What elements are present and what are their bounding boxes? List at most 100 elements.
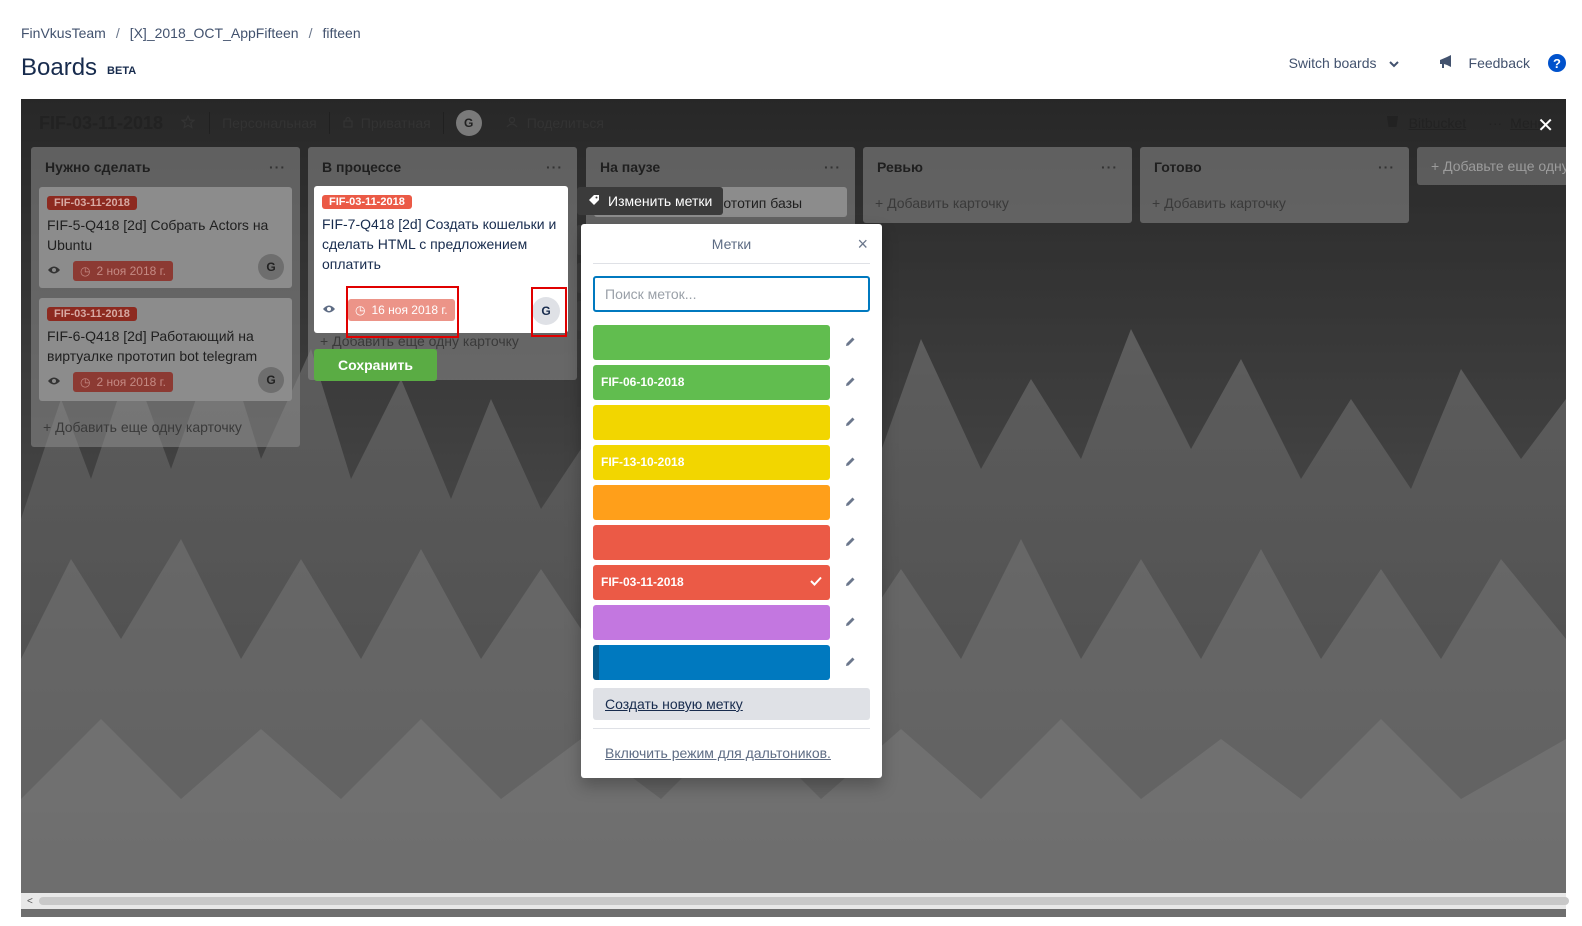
save-button[interactable]: Сохранить [314, 349, 437, 381]
avatar[interactable]: G [258, 254, 284, 280]
share-icon [506, 115, 520, 131]
card-title: FIF-5-Q418 [2d] Собрать Actors на Ubuntu [47, 217, 269, 253]
list-header[interactable]: На паузе ··· [586, 147, 855, 187]
board-members[interactable]: G [442, 110, 494, 136]
label-list: FIF-06-10-2018 FIF-13-10-2018 FIF-03-11-20… [581, 324, 882, 680]
list-title: На паузе [600, 159, 661, 175]
breadcrumb-team[interactable]: FinVkusTeam [21, 25, 106, 41]
avatar[interactable]: G [258, 367, 284, 393]
label-swatch[interactable]: FIF-06-10-2018 [593, 364, 830, 400]
list-header[interactable]: Готово ··· [1140, 147, 1409, 187]
pencil-icon[interactable] [830, 576, 870, 588]
scrollbar-thumb[interactable] [39, 897, 1569, 905]
switch-boards-label: Switch boards [1288, 55, 1377, 71]
highlight-member [531, 287, 567, 337]
card-title-textarea[interactable]: FIF-7-Q418 [2d] Создать кошельки и сдела… [322, 214, 560, 274]
feedback-button[interactable]: Feedback [1439, 54, 1530, 72]
switch-boards-button[interactable]: Switch boards [1289, 55, 1399, 71]
list-header[interactable]: Нужно сделать ··· [31, 147, 300, 187]
label-swatch[interactable]: FIF-13-10-2018 [593, 444, 830, 480]
list-title: В процессе [322, 159, 402, 175]
add-list-button[interactable]: + Добавьте еще одну колонку [1417, 147, 1566, 185]
close-icon[interactable]: ✕ [1537, 113, 1554, 138]
card-label: FIF-03-11-2018 [47, 307, 137, 321]
list-done: Готово ··· + Добавить карточку [1140, 147, 1409, 223]
list-title: Нужно сделать [45, 159, 151, 175]
label-swatch[interactable] [593, 604, 830, 640]
add-card-button[interactable]: + Добавить карточку [1140, 187, 1409, 223]
label-search-input[interactable] [593, 276, 870, 312]
pencil-icon[interactable] [830, 536, 870, 548]
label-option: FIF-13-10-2018 [593, 444, 870, 480]
pencil-icon[interactable] [830, 496, 870, 508]
list-menu-icon[interactable]: ··· [824, 159, 841, 175]
feedback-label: Feedback [1468, 55, 1530, 71]
label-swatch[interactable] [593, 324, 830, 360]
lock-icon [342, 115, 354, 131]
close-icon[interactable]: × [857, 234, 868, 255]
bitbucket-label: Bitbucket [1408, 115, 1467, 131]
popover-header: Метки × [593, 224, 870, 264]
beta-badge: BETA [107, 65, 137, 77]
eye-icon [47, 262, 61, 280]
share-button[interactable]: Поделиться [494, 112, 616, 134]
more-icon: ··· [1488, 115, 1503, 131]
label-swatch[interactable] [593, 524, 830, 560]
breadcrumb-repo[interactable]: fifteen [322, 25, 360, 41]
list-menu-icon[interactable]: ··· [1101, 159, 1118, 175]
list-card[interactable]: FIF-03-11-2018 FIF-6-Q418 [2d] Работающи… [39, 298, 292, 401]
edit-labels-button[interactable]: Изменить метки [577, 187, 724, 215]
avatar[interactable]: G [455, 110, 482, 136]
label-option [593, 604, 870, 640]
bitbucket-button[interactable]: Bitbucket [1386, 115, 1467, 131]
breadcrumb-separator: / [115, 25, 120, 41]
board-header: FIF-03-11-2018 Персональная Приватная G … [21, 99, 1566, 147]
pencil-icon[interactable] [830, 616, 870, 628]
clock-icon: ◷ [80, 375, 91, 389]
card-badges: ◷ 2 ноя 2018 г. [47, 261, 284, 281]
list-header[interactable]: Ревью ··· [863, 147, 1132, 187]
list-menu-icon[interactable]: ··· [269, 159, 286, 175]
team-button[interactable]: Персональная [209, 112, 329, 134]
pencil-icon[interactable] [830, 416, 870, 428]
pencil-icon[interactable] [830, 656, 870, 668]
label-option [593, 484, 870, 520]
team-label: Персональная [222, 115, 317, 131]
label-swatch[interactable] [593, 644, 830, 680]
list-card[interactable]: FIF-03-11-2018 FIF-5-Q418 [2d] Собрать A… [39, 187, 292, 288]
pencil-icon[interactable] [830, 336, 870, 348]
card-title: FIF-6-Q418 [2d] Работающий на виртуалке … [47, 328, 258, 364]
label-name: FIF-06-10-2018 [601, 375, 685, 389]
add-card-button[interactable]: + Добавить еще одну карточку [31, 411, 300, 447]
page-title-text: Boards [21, 54, 98, 81]
list-header[interactable]: В процессе ··· [308, 147, 577, 187]
breadcrumb-separator: / [308, 25, 313, 41]
clock-icon: ◷ [80, 264, 91, 278]
due-date-badge: ◷ 2 ноя 2018 г. [73, 261, 173, 281]
card-label: FIF-03-11-2018 [47, 196, 137, 210]
megaphone-icon [1439, 54, 1455, 72]
help-icon[interactable]: ? [1548, 54, 1566, 72]
label-option [593, 324, 870, 360]
due-date-badge: ◷ 2 ноя 2018 г. [73, 372, 173, 392]
board-title[interactable]: FIF-03-11-2018 [39, 113, 163, 134]
scroll-left-icon[interactable]: < [27, 896, 33, 907]
board-header-right: Bitbucket ··· Меню [1386, 99, 1548, 147]
visibility-button[interactable]: Приватная [328, 112, 443, 134]
add-card-button[interactable]: + Добавить карточку [863, 187, 1132, 223]
pencil-icon[interactable] [830, 376, 870, 388]
list-menu-icon[interactable]: ··· [546, 159, 563, 175]
breadcrumb-project[interactable]: [X]_2018_OCT_AppFifteen [130, 25, 299, 41]
label-swatch[interactable] [593, 404, 830, 440]
card-label: FIF-03-11-2018 [322, 195, 412, 209]
horizontal-scrollbar[interactable]: < > [21, 893, 1569, 909]
label-swatch[interactable]: FIF-03-11-2018 [593, 564, 830, 600]
list-review: Ревью ··· + Добавить карточку [863, 147, 1132, 223]
create-label-button[interactable]: Создать новую метку [593, 688, 870, 720]
colorblind-mode-link[interactable]: Включить режим для дальтоников. [605, 745, 870, 761]
label-swatch[interactable] [593, 484, 830, 520]
pencil-icon[interactable] [830, 456, 870, 468]
star-icon[interactable] [180, 113, 196, 132]
eye-icon [47, 373, 61, 391]
list-menu-icon[interactable]: ··· [1378, 159, 1395, 175]
